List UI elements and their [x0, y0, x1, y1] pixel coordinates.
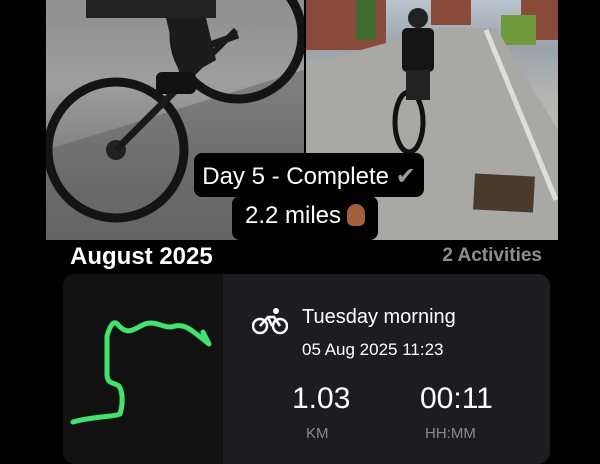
- activity-name: Tuesday morning: [302, 306, 456, 328]
- duration-value: 00:11: [420, 382, 493, 415]
- month-title: August 2025: [70, 243, 213, 270]
- route-line: [70, 320, 212, 425]
- distance-unit: KM: [306, 425, 329, 442]
- route-map-thumbnail[interactable]: [63, 274, 223, 464]
- distance-value: 1.03: [292, 382, 351, 415]
- caption-day-text: Day 5 - Complete: [202, 163, 389, 190]
- caption-distance: 2.2 miles: [232, 196, 378, 240]
- bicycle-icon: [252, 308, 288, 335]
- activity-datetime: 05 Aug 2025 11:23: [302, 340, 444, 359]
- duration-unit: HH:MM: [425, 425, 476, 442]
- crossed-fingers-icon: [347, 204, 366, 226]
- caption-distance-text: 2.2 miles: [244, 202, 342, 229]
- caption-day-complete: Day 5 - Complete ✔: [194, 153, 424, 197]
- check-mark-icon: ✔: [395, 163, 416, 190]
- activities-count[interactable]: 2 Activities: [442, 245, 542, 267]
